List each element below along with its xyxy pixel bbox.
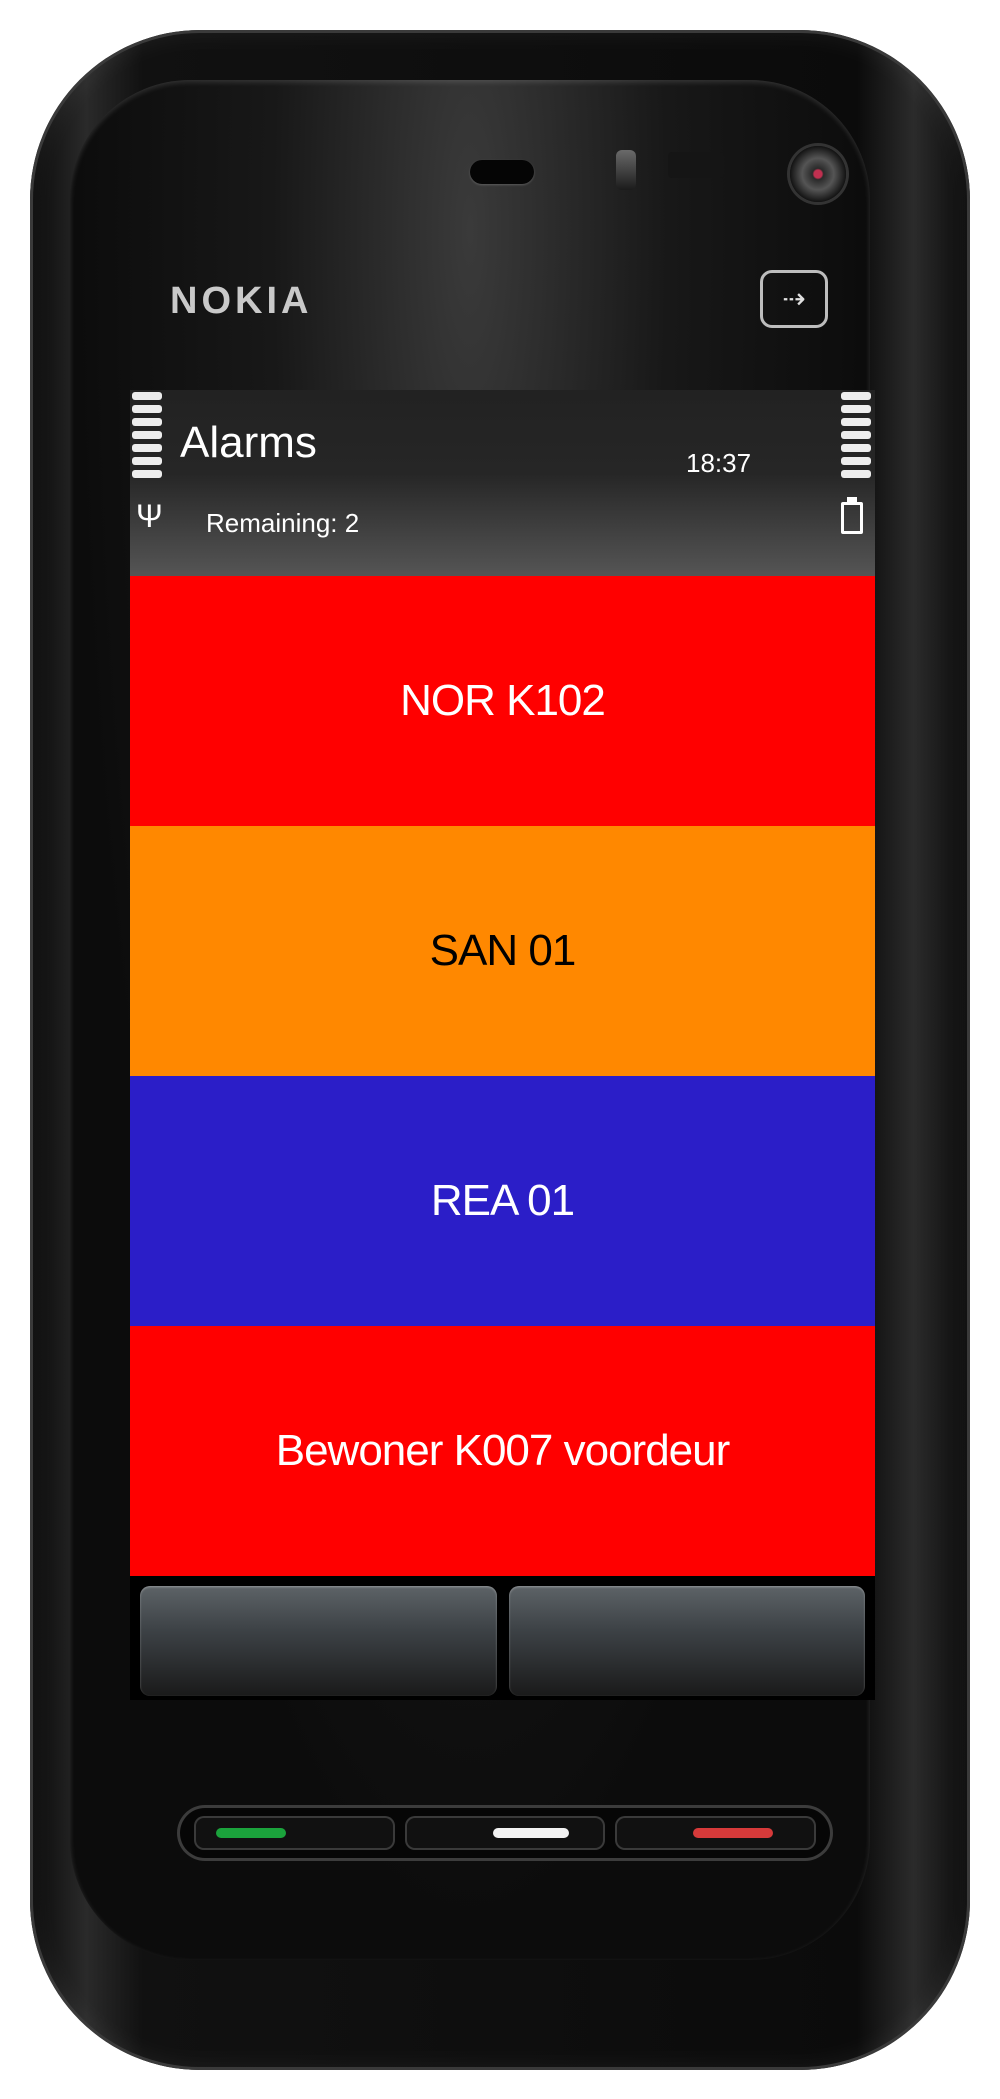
- call-button[interactable]: [194, 1816, 395, 1850]
- left-softkey[interactable]: [140, 1586, 497, 1696]
- light-sensor: [668, 152, 724, 178]
- antenna-icon: Ψ: [136, 498, 163, 534]
- battery-level-bars: [841, 392, 871, 478]
- alarm-item[interactable]: REA 01: [130, 1076, 875, 1326]
- menu-icon: [492, 1828, 569, 1838]
- earpiece: [470, 160, 534, 184]
- call-icon: [216, 1828, 286, 1838]
- proximity-sensor: [616, 150, 636, 190]
- remaining-count: Remaining: 2: [206, 508, 360, 538]
- status-bar: Alarms 18:37 Ψ Remaining: 2: [130, 390, 875, 576]
- signal-strength-bars: [132, 392, 162, 478]
- alarm-item[interactable]: Bewoner K007 voordeur: [130, 1326, 875, 1576]
- alarm-item[interactable]: SAN 01: [130, 826, 875, 1076]
- alarm-item[interactable]: NOR K102: [130, 576, 875, 826]
- battery-icon: [841, 497, 863, 534]
- hardware-key-bar: [180, 1808, 830, 1858]
- front-camera-icon: [790, 146, 846, 202]
- softkey-bar: [140, 1586, 865, 1696]
- screen: Alarms 18:37 Ψ Remaining: 2 NOR K102 SAN…: [130, 390, 875, 1700]
- right-softkey[interactable]: [508, 1586, 865, 1696]
- clock: 18:37: [686, 448, 752, 478]
- app-title: Alarms: [180, 418, 317, 467]
- end-call-button[interactable]: [615, 1816, 817, 1850]
- end-call-icon: [693, 1828, 774, 1838]
- menu-arrow-icon[interactable]: ⇢: [760, 270, 828, 328]
- alarm-list: NOR K102 SAN 01 REA 01 Bewoner K007 voor…: [130, 576, 875, 1576]
- menu-button[interactable]: [404, 1816, 606, 1850]
- brand-logo: NOKIA: [170, 280, 313, 322]
